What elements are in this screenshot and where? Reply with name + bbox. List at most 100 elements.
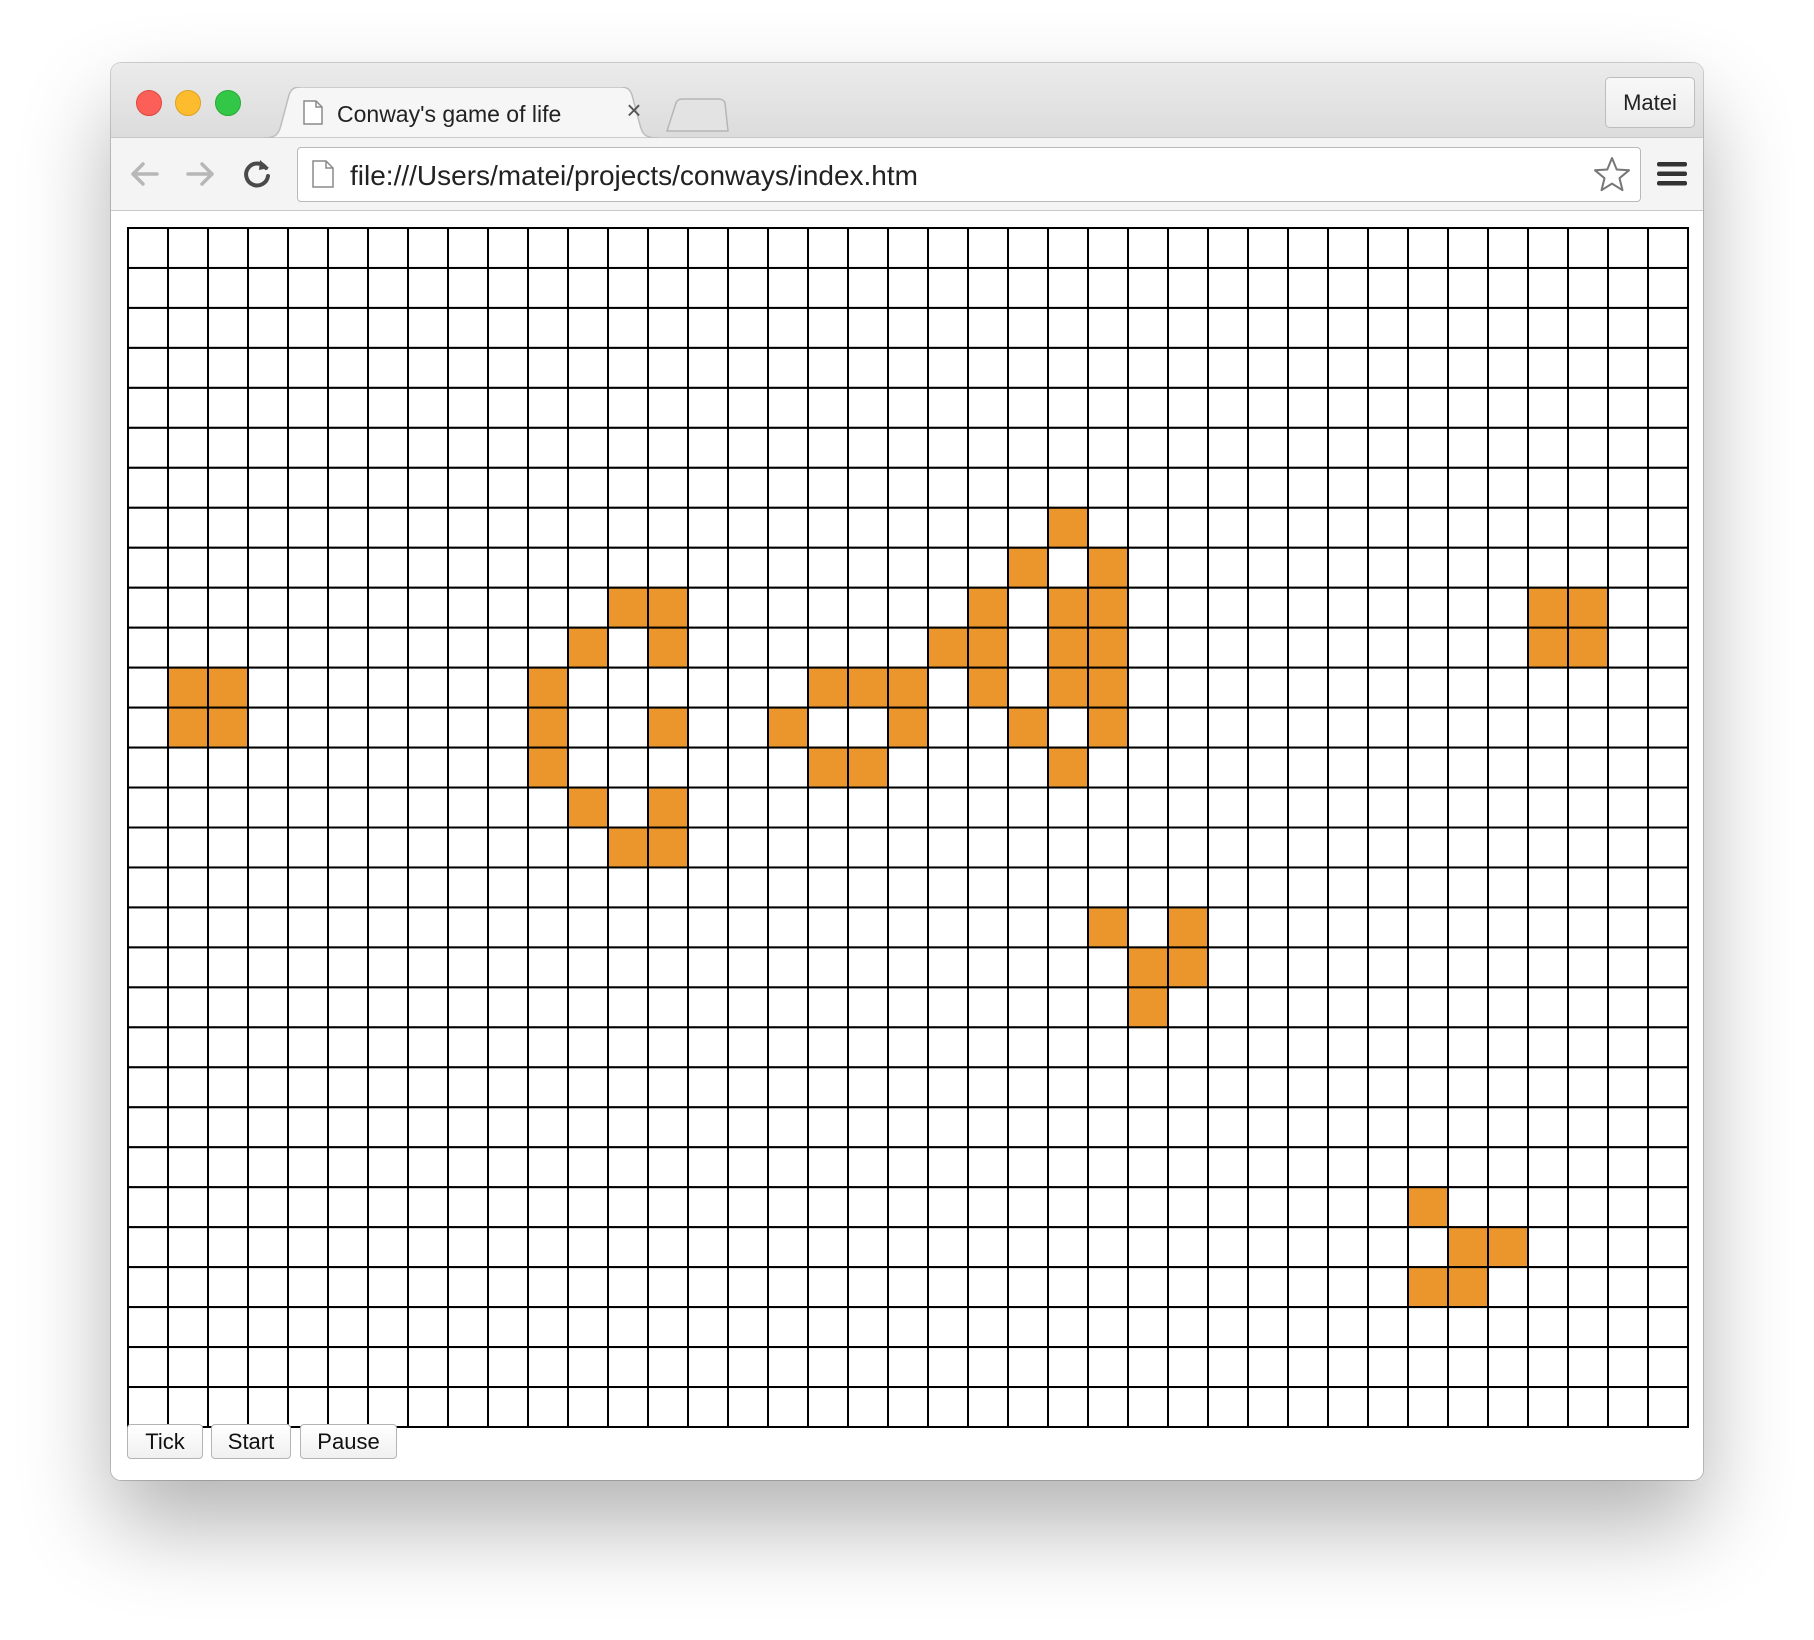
cell[interactable] bbox=[1607, 826, 1649, 869]
cell[interactable] bbox=[1287, 506, 1329, 549]
cell[interactable] bbox=[1007, 986, 1049, 1029]
cell[interactable] bbox=[1047, 1026, 1089, 1069]
cell[interactable] bbox=[927, 266, 969, 309]
cell[interactable] bbox=[1607, 1306, 1649, 1349]
cell[interactable] bbox=[687, 1266, 729, 1309]
cell[interactable] bbox=[127, 1026, 169, 1069]
cell[interactable] bbox=[1407, 346, 1449, 389]
cell[interactable] bbox=[207, 426, 249, 469]
cell[interactable] bbox=[367, 626, 409, 669]
cell[interactable] bbox=[967, 1346, 1009, 1389]
cell[interactable] bbox=[607, 266, 649, 309]
live-cell[interactable] bbox=[807, 666, 849, 709]
cell[interactable] bbox=[727, 1346, 769, 1389]
cell[interactable] bbox=[847, 546, 889, 589]
cell[interactable] bbox=[1287, 786, 1329, 829]
cell[interactable] bbox=[847, 986, 889, 1029]
cell[interactable] bbox=[207, 626, 249, 669]
cell[interactable] bbox=[1567, 1346, 1609, 1389]
cell[interactable] bbox=[447, 1186, 489, 1229]
cell[interactable] bbox=[167, 426, 209, 469]
cell[interactable] bbox=[1487, 1186, 1529, 1229]
cell[interactable] bbox=[967, 227, 1009, 269]
cell[interactable] bbox=[367, 826, 409, 869]
cell[interactable] bbox=[527, 466, 569, 509]
cell[interactable] bbox=[527, 506, 569, 549]
cell[interactable] bbox=[1327, 1266, 1369, 1309]
cell[interactable] bbox=[847, 227, 889, 269]
cell[interactable] bbox=[1447, 386, 1489, 429]
cell[interactable] bbox=[1247, 826, 1289, 869]
cell[interactable] bbox=[447, 1146, 489, 1189]
cell[interactable] bbox=[247, 1186, 289, 1229]
cell[interactable] bbox=[1167, 626, 1209, 669]
cell[interactable] bbox=[127, 786, 169, 829]
cell[interactable] bbox=[927, 227, 969, 269]
cell[interactable] bbox=[1287, 666, 1329, 709]
cell[interactable] bbox=[1367, 666, 1409, 709]
cell[interactable] bbox=[1247, 1026, 1289, 1069]
cell[interactable] bbox=[1487, 786, 1529, 829]
cell[interactable] bbox=[287, 586, 329, 629]
cell[interactable] bbox=[1407, 1346, 1449, 1389]
cell[interactable] bbox=[167, 986, 209, 1029]
cell[interactable] bbox=[407, 506, 449, 549]
cell[interactable] bbox=[527, 1306, 569, 1349]
cell[interactable] bbox=[287, 666, 329, 709]
cell[interactable] bbox=[447, 1226, 489, 1269]
cell[interactable] bbox=[847, 1226, 889, 1269]
cell[interactable] bbox=[1407, 1106, 1449, 1149]
cell[interactable] bbox=[607, 346, 649, 389]
cell[interactable] bbox=[1127, 1066, 1169, 1109]
cell[interactable] bbox=[127, 586, 169, 629]
cell[interactable] bbox=[1487, 1306, 1529, 1349]
cell[interactable] bbox=[767, 1186, 809, 1229]
live-cell[interactable] bbox=[647, 626, 689, 669]
live-cell[interactable] bbox=[1087, 666, 1129, 709]
cell[interactable] bbox=[767, 227, 809, 269]
cell[interactable] bbox=[1527, 906, 1569, 949]
cell[interactable] bbox=[1207, 946, 1249, 989]
cell[interactable] bbox=[607, 1026, 649, 1069]
cell[interactable] bbox=[167, 1186, 209, 1229]
cell[interactable] bbox=[1287, 1186, 1329, 1229]
cell[interactable] bbox=[607, 666, 649, 709]
live-cell[interactable] bbox=[1047, 506, 1089, 549]
cell[interactable] bbox=[1367, 946, 1409, 989]
cell[interactable] bbox=[127, 1346, 169, 1389]
cell[interactable] bbox=[487, 746, 529, 789]
cell[interactable] bbox=[687, 1346, 729, 1389]
cell[interactable] bbox=[1447, 986, 1489, 1029]
cell[interactable] bbox=[1407, 1306, 1449, 1349]
cell[interactable] bbox=[447, 1106, 489, 1149]
cell[interactable] bbox=[287, 1066, 329, 1109]
cell[interactable] bbox=[1407, 306, 1449, 349]
cell[interactable] bbox=[447, 786, 489, 829]
reload-icon[interactable] bbox=[239, 156, 275, 192]
cell[interactable] bbox=[607, 1226, 649, 1269]
cell[interactable] bbox=[1167, 826, 1209, 869]
cell[interactable] bbox=[767, 1226, 809, 1269]
cell[interactable] bbox=[687, 866, 729, 909]
cell[interactable] bbox=[967, 466, 1009, 509]
cell[interactable] bbox=[327, 586, 369, 629]
cell[interactable] bbox=[247, 386, 289, 429]
cell[interactable] bbox=[1487, 866, 1529, 909]
cell[interactable] bbox=[287, 706, 329, 749]
cell[interactable] bbox=[1487, 1266, 1529, 1309]
cell[interactable] bbox=[967, 1146, 1009, 1189]
cell[interactable] bbox=[1407, 746, 1449, 789]
cell[interactable] bbox=[1647, 506, 1689, 549]
cell[interactable] bbox=[287, 346, 329, 389]
cell[interactable] bbox=[887, 1266, 929, 1309]
cell[interactable] bbox=[1007, 786, 1049, 829]
cell[interactable] bbox=[167, 386, 209, 429]
cell[interactable] bbox=[1327, 1066, 1369, 1109]
cell[interactable] bbox=[247, 306, 289, 349]
cell[interactable] bbox=[247, 1346, 289, 1389]
cell[interactable] bbox=[527, 906, 569, 949]
cell[interactable] bbox=[927, 706, 969, 749]
cell[interactable] bbox=[407, 266, 449, 309]
cell[interactable] bbox=[1367, 826, 1409, 869]
cell[interactable] bbox=[647, 1106, 689, 1149]
